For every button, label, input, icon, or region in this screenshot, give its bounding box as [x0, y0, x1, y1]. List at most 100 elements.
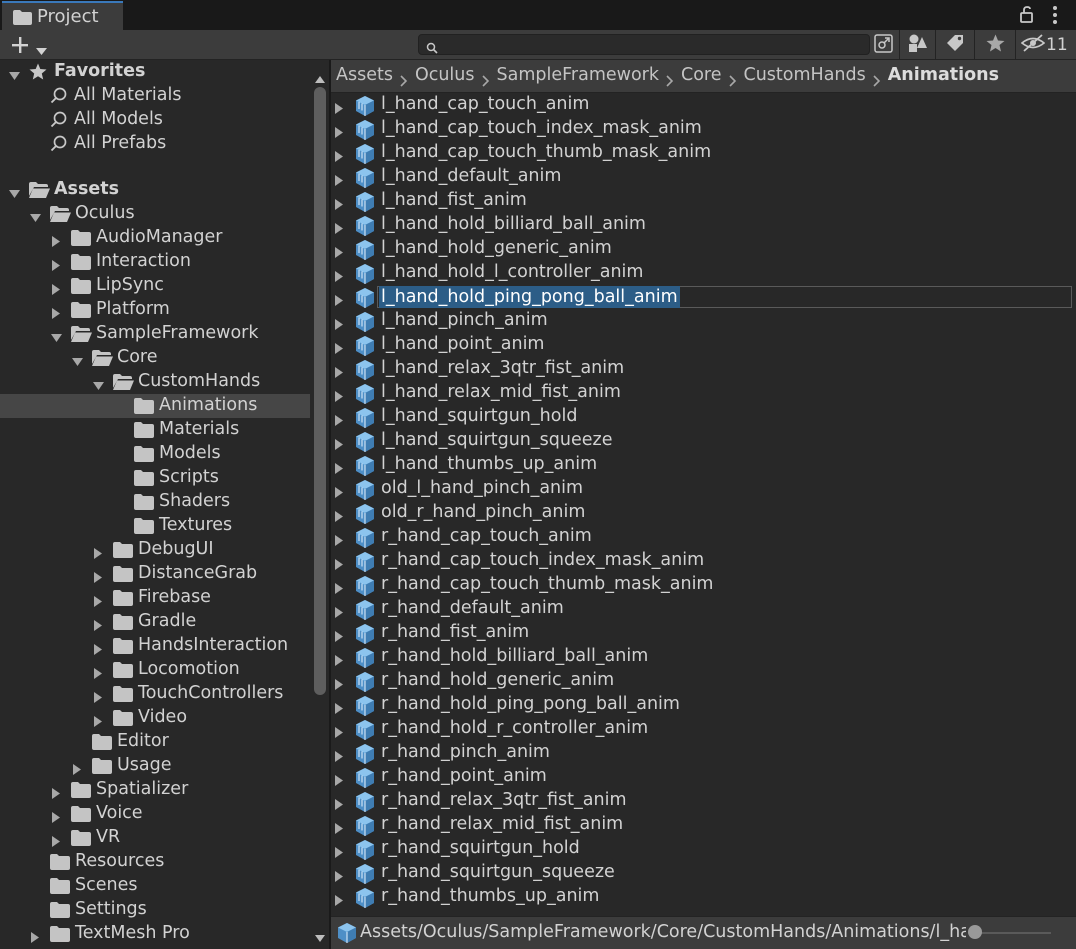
chevron-right-icon[interactable] — [335, 243, 344, 262]
chevron-right-icon[interactable] — [335, 675, 344, 694]
chevron-right-icon[interactable] — [335, 123, 344, 142]
chevron-right-icon[interactable] — [94, 568, 103, 587]
asset-row-l-hand-squirtgun-squeeze[interactable]: l_hand_squirtgun_squeeze — [331, 429, 1076, 453]
asset-row-r-hand-fist-anim[interactable]: r_hand_fist_anim — [331, 621, 1076, 645]
tree-item-spatializer[interactable]: Spatializer — [0, 778, 310, 802]
folder-tree-panel[interactable]: Favorites All Materials All Models All Pref… — [0, 60, 330, 949]
tree-item-usage[interactable]: Usage — [0, 754, 310, 778]
chevron-right-icon[interactable] — [94, 616, 103, 635]
chevron-down-icon[interactable] — [9, 184, 20, 203]
chevron-right-icon[interactable] — [335, 459, 344, 478]
asset-row-r-hand-cap-touch-thumb-mask-anim[interactable]: r_hand_cap_touch_thumb_mask_anim — [331, 573, 1076, 597]
tree-item-debugui[interactable]: DebugUI — [0, 538, 310, 562]
tree-item-sampleframework[interactable]: SampleFramework — [0, 322, 310, 346]
asset-row-l-hand-thumbs-up-anim[interactable]: l_hand_thumbs_up_anim — [331, 453, 1076, 477]
tree-item-gradle[interactable]: Gradle — [0, 610, 310, 634]
asset-row-l-hand-cap-touch-anim[interactable]: l_hand_cap_touch_anim — [331, 93, 1076, 117]
chevron-right-icon[interactable] — [335, 531, 344, 550]
tree-item-models[interactable]: Models — [0, 442, 310, 466]
icon-size-slider[interactable] — [971, 932, 1051, 934]
chevron-right-icon[interactable] — [73, 760, 82, 779]
tree-item-handsinteraction[interactable]: HandsInteraction — [0, 634, 310, 658]
chevron-right-icon[interactable] — [31, 928, 40, 947]
asset-row-l-hand-hold-ping-pong-ball-anim[interactable]: l_hand_hold_ping_pong_ball_anim — [331, 285, 1076, 309]
chevron-right-icon[interactable] — [335, 651, 344, 670]
tree-item-core[interactable]: Core — [0, 346, 310, 370]
chevron-right-icon[interactable] — [335, 507, 344, 526]
breadcrumb-animations[interactable]: Animations — [888, 65, 999, 85]
tree-item-touchcontrollers[interactable]: TouchControllers — [0, 682, 310, 706]
tree-item-interaction[interactable]: Interaction — [0, 250, 310, 274]
asset-row-r-hand-hold-generic-anim[interactable]: r_hand_hold_generic_anim — [331, 669, 1076, 693]
create-button[interactable] — [8, 33, 52, 57]
icon-size-slider-knob[interactable] — [968, 925, 982, 939]
tree-item-textmesh-pro[interactable]: TextMesh Pro — [0, 922, 310, 946]
tree-item-shaders[interactable]: Shaders — [0, 490, 310, 514]
asset-row-l-hand-cap-touch-thumb-mask-anim[interactable]: l_hand_cap_touch_thumb_mask_anim — [331, 141, 1076, 165]
chevron-right-icon[interactable] — [335, 843, 344, 862]
filter-by-label-button[interactable] — [940, 32, 970, 58]
chevron-right-icon[interactable] — [52, 304, 61, 323]
tree-item-lipsync[interactable]: LipSync — [0, 274, 310, 298]
chevron-right-icon[interactable] — [335, 99, 344, 118]
asset-row-old-l-hand-pinch-anim[interactable]: old_l_hand_pinch_anim — [331, 477, 1076, 501]
chevron-right-icon[interactable] — [335, 795, 344, 814]
chevron-right-icon[interactable] — [335, 555, 344, 574]
tree-item-settings[interactable]: Settings — [0, 898, 310, 922]
chevron-right-icon[interactable] — [52, 808, 61, 827]
chevron-right-icon[interactable] — [335, 315, 344, 334]
scroll-up-arrow-icon[interactable] — [315, 68, 325, 87]
tree-item-editor[interactable]: Editor — [0, 730, 310, 754]
chevron-down-icon[interactable] — [9, 66, 20, 85]
tree-item-scenes[interactable]: Scenes — [0, 874, 310, 898]
asset-row-r-hand-hold-r-controller-anim[interactable]: r_hand_hold_r_controller_anim — [331, 717, 1076, 741]
asset-row-l-hand-hold-billiard-ball-anim[interactable]: l_hand_hold_billiard_ball_anim — [331, 213, 1076, 237]
chevron-right-icon[interactable] — [335, 891, 344, 910]
tree-item-audiomanager[interactable]: AudioManager — [0, 226, 310, 250]
hidden-packages-button[interactable] — [1020, 32, 1046, 58]
chevron-right-icon[interactable] — [335, 771, 344, 790]
asset-row-l-hand-hold-generic-anim[interactable]: l_hand_hold_generic_anim — [331, 237, 1076, 261]
chevron-right-icon[interactable] — [52, 280, 61, 299]
breadcrumb-assets[interactable]: Assets — [336, 65, 393, 85]
tree-item-resources[interactable]: Resources — [0, 850, 310, 874]
asset-row-r-hand-thumbs-up-anim[interactable]: r_hand_thumbs_up_anim — [331, 885, 1076, 909]
tree-item-customhands[interactable]: CustomHands — [0, 370, 310, 394]
chevron-right-icon[interactable] — [335, 291, 344, 310]
tree-item-assets[interactable]: Assets — [0, 178, 310, 202]
asset-row-r-hand-hold-billiard-ball-anim[interactable]: r_hand_hold_billiard_ball_anim — [331, 645, 1076, 669]
chevron-down-icon[interactable] — [93, 376, 104, 395]
asset-row-r-hand-pinch-anim[interactable]: r_hand_pinch_anim — [331, 741, 1076, 765]
asset-row-l-hand-pinch-anim[interactable]: l_hand_pinch_anim — [331, 309, 1076, 333]
asset-row-l-hand-squirtgun-hold[interactable]: l_hand_squirtgun_hold — [331, 405, 1076, 429]
search-input[interactable] — [443, 35, 867, 56]
save-search-button[interactable] — [979, 32, 1011, 58]
favorite-item-all-prefabs[interactable]: All Prefabs — [0, 132, 310, 156]
asset-row-l-hand-relax-3qtr-fist-anim[interactable]: l_hand_relax_3qtr_fist_anim — [331, 357, 1076, 381]
tree-item-distancegrab[interactable]: DistanceGrab — [0, 562, 310, 586]
tree-item-animations[interactable]: Animations — [0, 394, 310, 418]
chevron-right-icon[interactable] — [335, 171, 344, 190]
chevron-right-icon[interactable] — [335, 579, 344, 598]
chevron-right-icon[interactable] — [335, 483, 344, 502]
tree-item-scripts[interactable]: Scripts — [0, 466, 310, 490]
lock-icon[interactable] — [1019, 5, 1035, 27]
favorites-header[interactable]: Favorites — [0, 60, 310, 84]
chevron-right-icon[interactable] — [335, 699, 344, 718]
asset-row-r-hand-relax-3qtr-fist-anim[interactable]: r_hand_relax_3qtr_fist_anim — [331, 789, 1076, 813]
asset-row-r-hand-cap-touch-index-mask-anim[interactable]: r_hand_cap_touch_index_mask_anim — [331, 549, 1076, 573]
chevron-right-icon[interactable] — [335, 867, 344, 886]
tree-item-voice[interactable]: Voice — [0, 802, 310, 826]
tree-item-oculus[interactable]: Oculus — [0, 202, 310, 226]
chevron-right-icon[interactable] — [94, 712, 103, 731]
asset-row-r-hand-default-anim[interactable]: r_hand_default_anim — [331, 597, 1076, 621]
asset-row-old-r-hand-pinch-anim[interactable]: old_r_hand_pinch_anim — [331, 501, 1076, 525]
chevron-right-icon[interactable] — [335, 747, 344, 766]
tree-item-locomotion[interactable]: Locomotion — [0, 658, 310, 682]
asset-row-l-hand-hold-l-controller-anim[interactable]: l_hand_hold_l_controller_anim — [331, 261, 1076, 285]
chevron-right-icon[interactable] — [335, 387, 344, 406]
favorite-item-all-materials[interactable]: All Materials — [0, 84, 310, 108]
tree-item-video[interactable]: Video — [0, 706, 310, 730]
asset-row-l-hand-default-anim[interactable]: l_hand_default_anim — [331, 165, 1076, 189]
chevron-right-icon[interactable] — [94, 664, 103, 683]
